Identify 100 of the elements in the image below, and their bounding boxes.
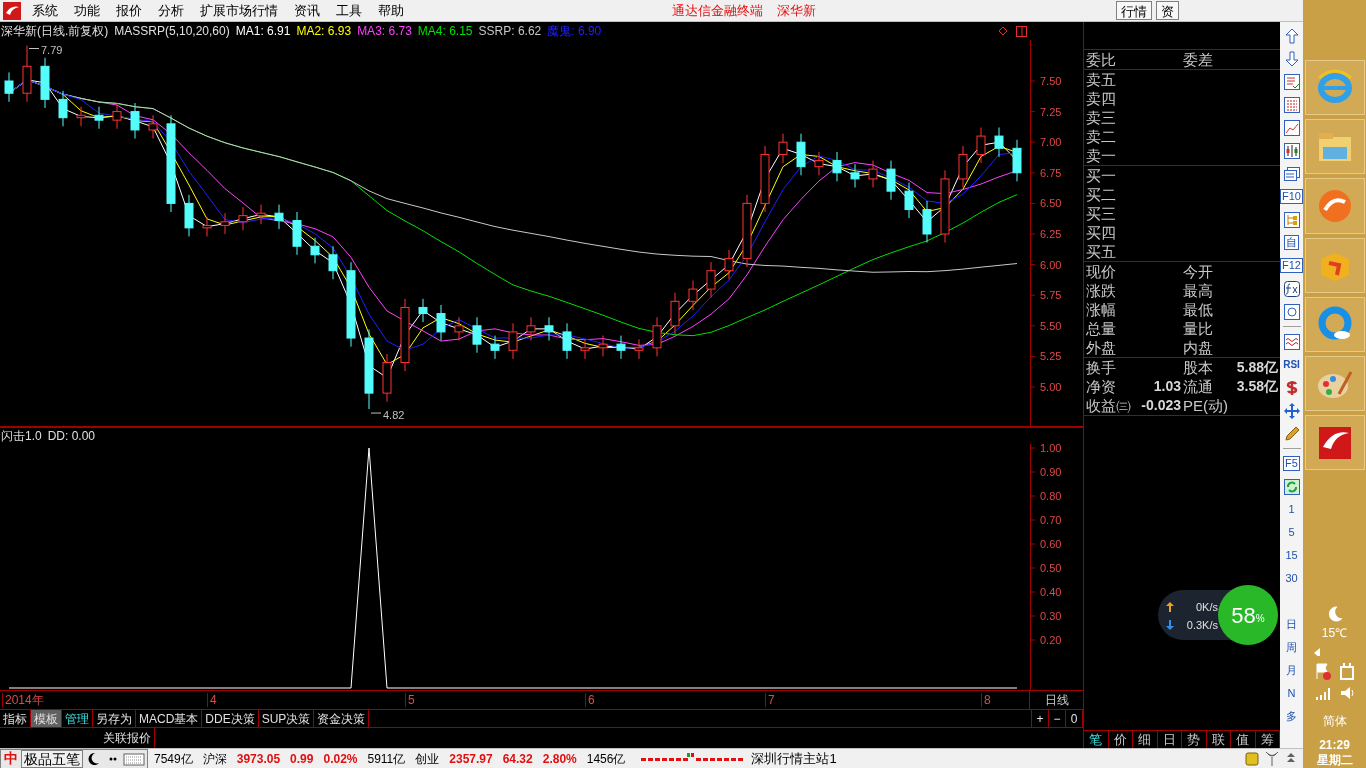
candlestick [418,298,428,323]
flag-icon[interactable] [1313,662,1332,680]
toolbar-button[interactable]: 15 [1285,544,1298,567]
extreme-price-label: 4.82 [383,409,405,422]
legend-item: 魔鬼: 6.90 [547,23,602,40]
menu-item[interactable]: 帮助 [370,0,412,21]
candlestick [94,106,104,130]
axis-tick-label: 0.80 [1040,490,1062,502]
quote-label: 卖一 [1086,146,1116,165]
quote-label: 股本 [1183,358,1213,377]
legend-item: MA4: 6.15 [417,23,473,40]
toolbar-button[interactable]: 1 [1288,498,1295,521]
diamond-icon[interactable] [998,26,1008,36]
candlestick [112,102,122,130]
lock-icon[interactable] [1245,751,1259,766]
quote-label: 卖三 [1086,108,1116,127]
candlestick [130,102,140,140]
template-tab[interactable]: 另存为 [93,710,136,727]
zoom-button[interactable]: − [1049,710,1066,727]
toolbar-button[interactable]: 资 [1156,1,1179,20]
checklist-icon[interactable] [1282,72,1301,91]
antenna-icon[interactable] [1265,751,1279,766]
taskbar-button[interactable] [1304,178,1365,234]
quote-value: 5.88亿 [1236,358,1278,377]
menu-item[interactable]: 功能 [66,0,108,21]
quote-label: 卖五 [1086,70,1116,89]
toolbar-button[interactable]: 5 [1288,521,1295,544]
quote-label: 委差 [1183,51,1213,68]
extreme-price-label: 7.79 [41,43,63,56]
upload-arrow-icon [1166,602,1174,612]
download-arrow-icon [1166,620,1174,630]
temperature-text: 15℃ [1321,624,1348,642]
windows-icon[interactable] [1282,164,1301,183]
menu-item[interactable]: 扩展市场行情 [192,0,286,21]
quote-label: 买四 [1086,223,1116,242]
usage-unit: % [1255,612,1265,626]
axis-tick-label: 1.00 [1040,444,1062,454]
ime-name[interactable]: 极品五笔 [21,749,83,768]
status-text: 1456亿 [586,750,626,768]
menu-item[interactable]: 报价 [108,0,150,21]
pencil-icon[interactable] [1282,424,1301,443]
toolbar-button[interactable]: RSI [1283,353,1300,376]
candlestick [616,335,626,360]
tree-icon[interactable] [1282,210,1301,229]
toolbar-button[interactable]: N [1287,682,1296,705]
taskbar-button[interactable] [1304,415,1365,471]
candlestick [76,106,86,127]
toolbar-button[interactable]: 行情 [1116,1,1152,20]
quote-label: 净资 [1086,377,1116,396]
menu-item[interactable]: 工具 [328,0,370,21]
candlestick [526,316,536,341]
template-tab[interactable]: DDE决策 [202,710,259,727]
template-tab[interactable]: 模板 [31,710,62,727]
candlestick [580,338,590,360]
template-tab[interactable]: SUP决策 [258,710,315,727]
status-text: 2.80% [542,750,577,768]
candlestick [904,182,914,219]
axis-tick-label: 0.30 [1040,610,1062,622]
candlestick [472,316,482,354]
toolbar-button[interactable]: 多 [1286,705,1297,728]
legend-item: MA2: 6.93 [296,23,352,40]
toolbar-button[interactable]: 日 [1286,613,1297,636]
candlestick-icon[interactable] [1282,141,1301,160]
formula-icon[interactable] [1282,279,1301,298]
app-logo-icon [3,1,21,20]
line-chart-icon[interactable] [1282,118,1301,137]
wave-icon[interactable] [1282,332,1301,351]
candlestick [670,292,680,335]
move-icon[interactable] [1282,401,1301,420]
candlestick [256,204,266,225]
window-title: 通达信金融终端 [672,1,763,20]
template-tab[interactable]: 管理 [62,710,93,727]
refresh-icon[interactable] [1282,477,1301,496]
legend-item: MA1: 6.91 [235,23,291,40]
menu-item[interactable]: 系统 [24,0,66,21]
panel-toggle-icon[interactable] [1016,25,1027,37]
status-text: 5911亿 [367,750,406,768]
menu-item[interactable]: 资讯 [286,0,328,21]
quote-label: 内盘 [1183,339,1213,356]
candlestick [562,322,572,360]
candlestick [238,206,248,231]
candlestick [4,71,14,103]
template-tab[interactable]: 资金决策 [314,710,370,727]
zoom-button[interactable]: + [1032,710,1049,727]
toolbar-button[interactable]: 30 [1285,567,1298,590]
candlestick [436,304,446,341]
menu-item[interactable]: 分析 [150,0,192,21]
template-tab[interactable]: MACD基本 [136,710,203,727]
quote-label: 涨幅 [1086,301,1116,318]
candlestick [778,133,788,164]
toolbar-button[interactable]: 月 [1286,659,1297,682]
ime-logo[interactable]: 中 [1,748,21,768]
quote-label: 最高 [1183,282,1213,299]
candlestick [544,316,554,341]
table-icon[interactable] [1282,95,1301,114]
quote-label: 换手 [1086,358,1116,377]
taskbar-button[interactable] [1304,356,1365,412]
toolbar-button[interactable]: 周 [1286,636,1297,659]
quote-value: -0.023 [1141,396,1181,415]
quote-label: PE(动) [1183,396,1228,415]
